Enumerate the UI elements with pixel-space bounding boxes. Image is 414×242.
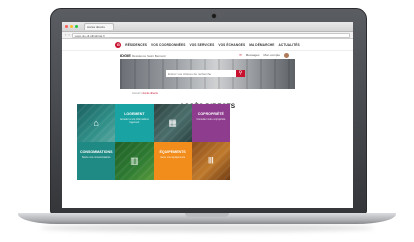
brand-name: IDGIE <box>120 52 131 58</box>
search-icon: ⚲ <box>238 70 243 76</box>
nav-item-echanges[interactable]: VOS ÉCHANGES <box>218 43 245 47</box>
tile-desc: Accéder à vos informations logement <box>119 118 149 124</box>
tile-equipements[interactable]: ÉQUIPEMENTS Gérer vos équipements <box>153 142 192 180</box>
tile-consommations[interactable]: CONSOMMATIONS Suivre vos consommations <box>77 142 116 180</box>
close-window-button[interactable] <box>65 25 68 28</box>
building-icon: ▦ <box>168 117 177 128</box>
address-bar[interactable]: www.gie-dl-ldlhabitat.fr <box>71 32 350 38</box>
webcam-icon <box>212 14 216 18</box>
search-input[interactable] <box>166 70 236 77</box>
tile-building[interactable]: ▦ <box>153 104 192 142</box>
window-controls <box>65 25 78 28</box>
nav-item-demarche[interactable]: MA DÉMARCHE <box>249 43 274 47</box>
browser-tab[interactable]: Accès directs <box>84 23 114 30</box>
laptop-shadow <box>40 224 374 232</box>
site-nav: G RÉSIDENCES VOS COORDONNÉES VOS SERVICE… <box>62 39 353 51</box>
nav-item-services[interactable]: VOS SERVICES <box>189 43 214 47</box>
messages-link[interactable]: Messages <box>246 53 260 57</box>
stage: Accès directs ‹ › www.gie-dl-ldlhabitat.… <box>0 0 414 242</box>
search-box: ⚲ <box>166 70 245 77</box>
tile-copropriete[interactable]: COPROPRIÉTÉ Consulter votre copropriété <box>191 104 230 142</box>
radiator-icon: Ⅲ <box>207 155 214 166</box>
tile-house[interactable]: ⌂ <box>77 104 116 142</box>
brand: IDGIE Résidence Saint Bernard <box>120 53 165 58</box>
nav-item-coordonnees[interactable]: VOS COORDONNÉES <box>151 43 185 47</box>
tile-title: ÉQUIPEMENTS <box>159 150 186 154</box>
browser-toolbar: ‹ › www.gie-dl-ldlhabitat.fr <box>62 32 353 39</box>
tile-title: COPROPRIÉTÉ <box>197 112 224 116</box>
forward-arrow-icon[interactable]: › <box>68 32 69 38</box>
hero-banner: ⚲ <box>120 59 295 89</box>
account-link[interactable]: Mon compte <box>263 53 280 57</box>
house-icon: ⌂ <box>93 118 99 128</box>
avatar[interactable] <box>284 52 289 58</box>
chart-icon: ▥ <box>130 155 139 166</box>
tile-radiator[interactable]: Ⅲ <box>191 142 230 180</box>
mail-icon: ✉ <box>239 53 242 57</box>
breadcrumb: Accueil / Accès directs <box>132 92 353 95</box>
minimize-window-button[interactable] <box>70 25 73 28</box>
search-button[interactable]: ⚲ <box>236 70 245 77</box>
tile-desc: Consulter votre copropriété <box>196 118 226 121</box>
user-area: ✉ Messages Mon compte <box>239 52 289 58</box>
brand-residence: Résidence Saint Bernard <box>132 53 166 58</box>
tile-desc: Suivre vos consommations <box>81 156 111 159</box>
tile-logement[interactable]: LOGEMENT Accéder à vos informations loge… <box>115 104 154 142</box>
nav-item-actualites[interactable]: ACTUALITÉS <box>279 43 300 47</box>
breadcrumb-current: Accès directs <box>142 92 158 95</box>
browser-titlebar: Accès directs <box>62 22 353 32</box>
site-logo[interactable]: G <box>115 41 122 48</box>
tile-desc: Gérer vos équipements <box>160 156 186 159</box>
sub-header: IDGIE Résidence Saint Bernard ✉ Messages… <box>62 51 353 59</box>
tile-chart[interactable]: ▥ <box>115 142 154 180</box>
back-arrow-icon[interactable]: ‹ <box>65 32 66 38</box>
tile-title: LOGEMENT <box>124 112 145 116</box>
laptop-notch <box>185 213 229 217</box>
tile-title: CONSOMMATIONS <box>80 150 113 154</box>
nav-item-residences[interactable]: RÉSIDENCES <box>125 43 147 47</box>
maximize-window-button[interactable] <box>75 25 78 28</box>
direct-access-grid: ⌂ LOGEMENT Accéder à vos informations lo… <box>77 104 230 180</box>
